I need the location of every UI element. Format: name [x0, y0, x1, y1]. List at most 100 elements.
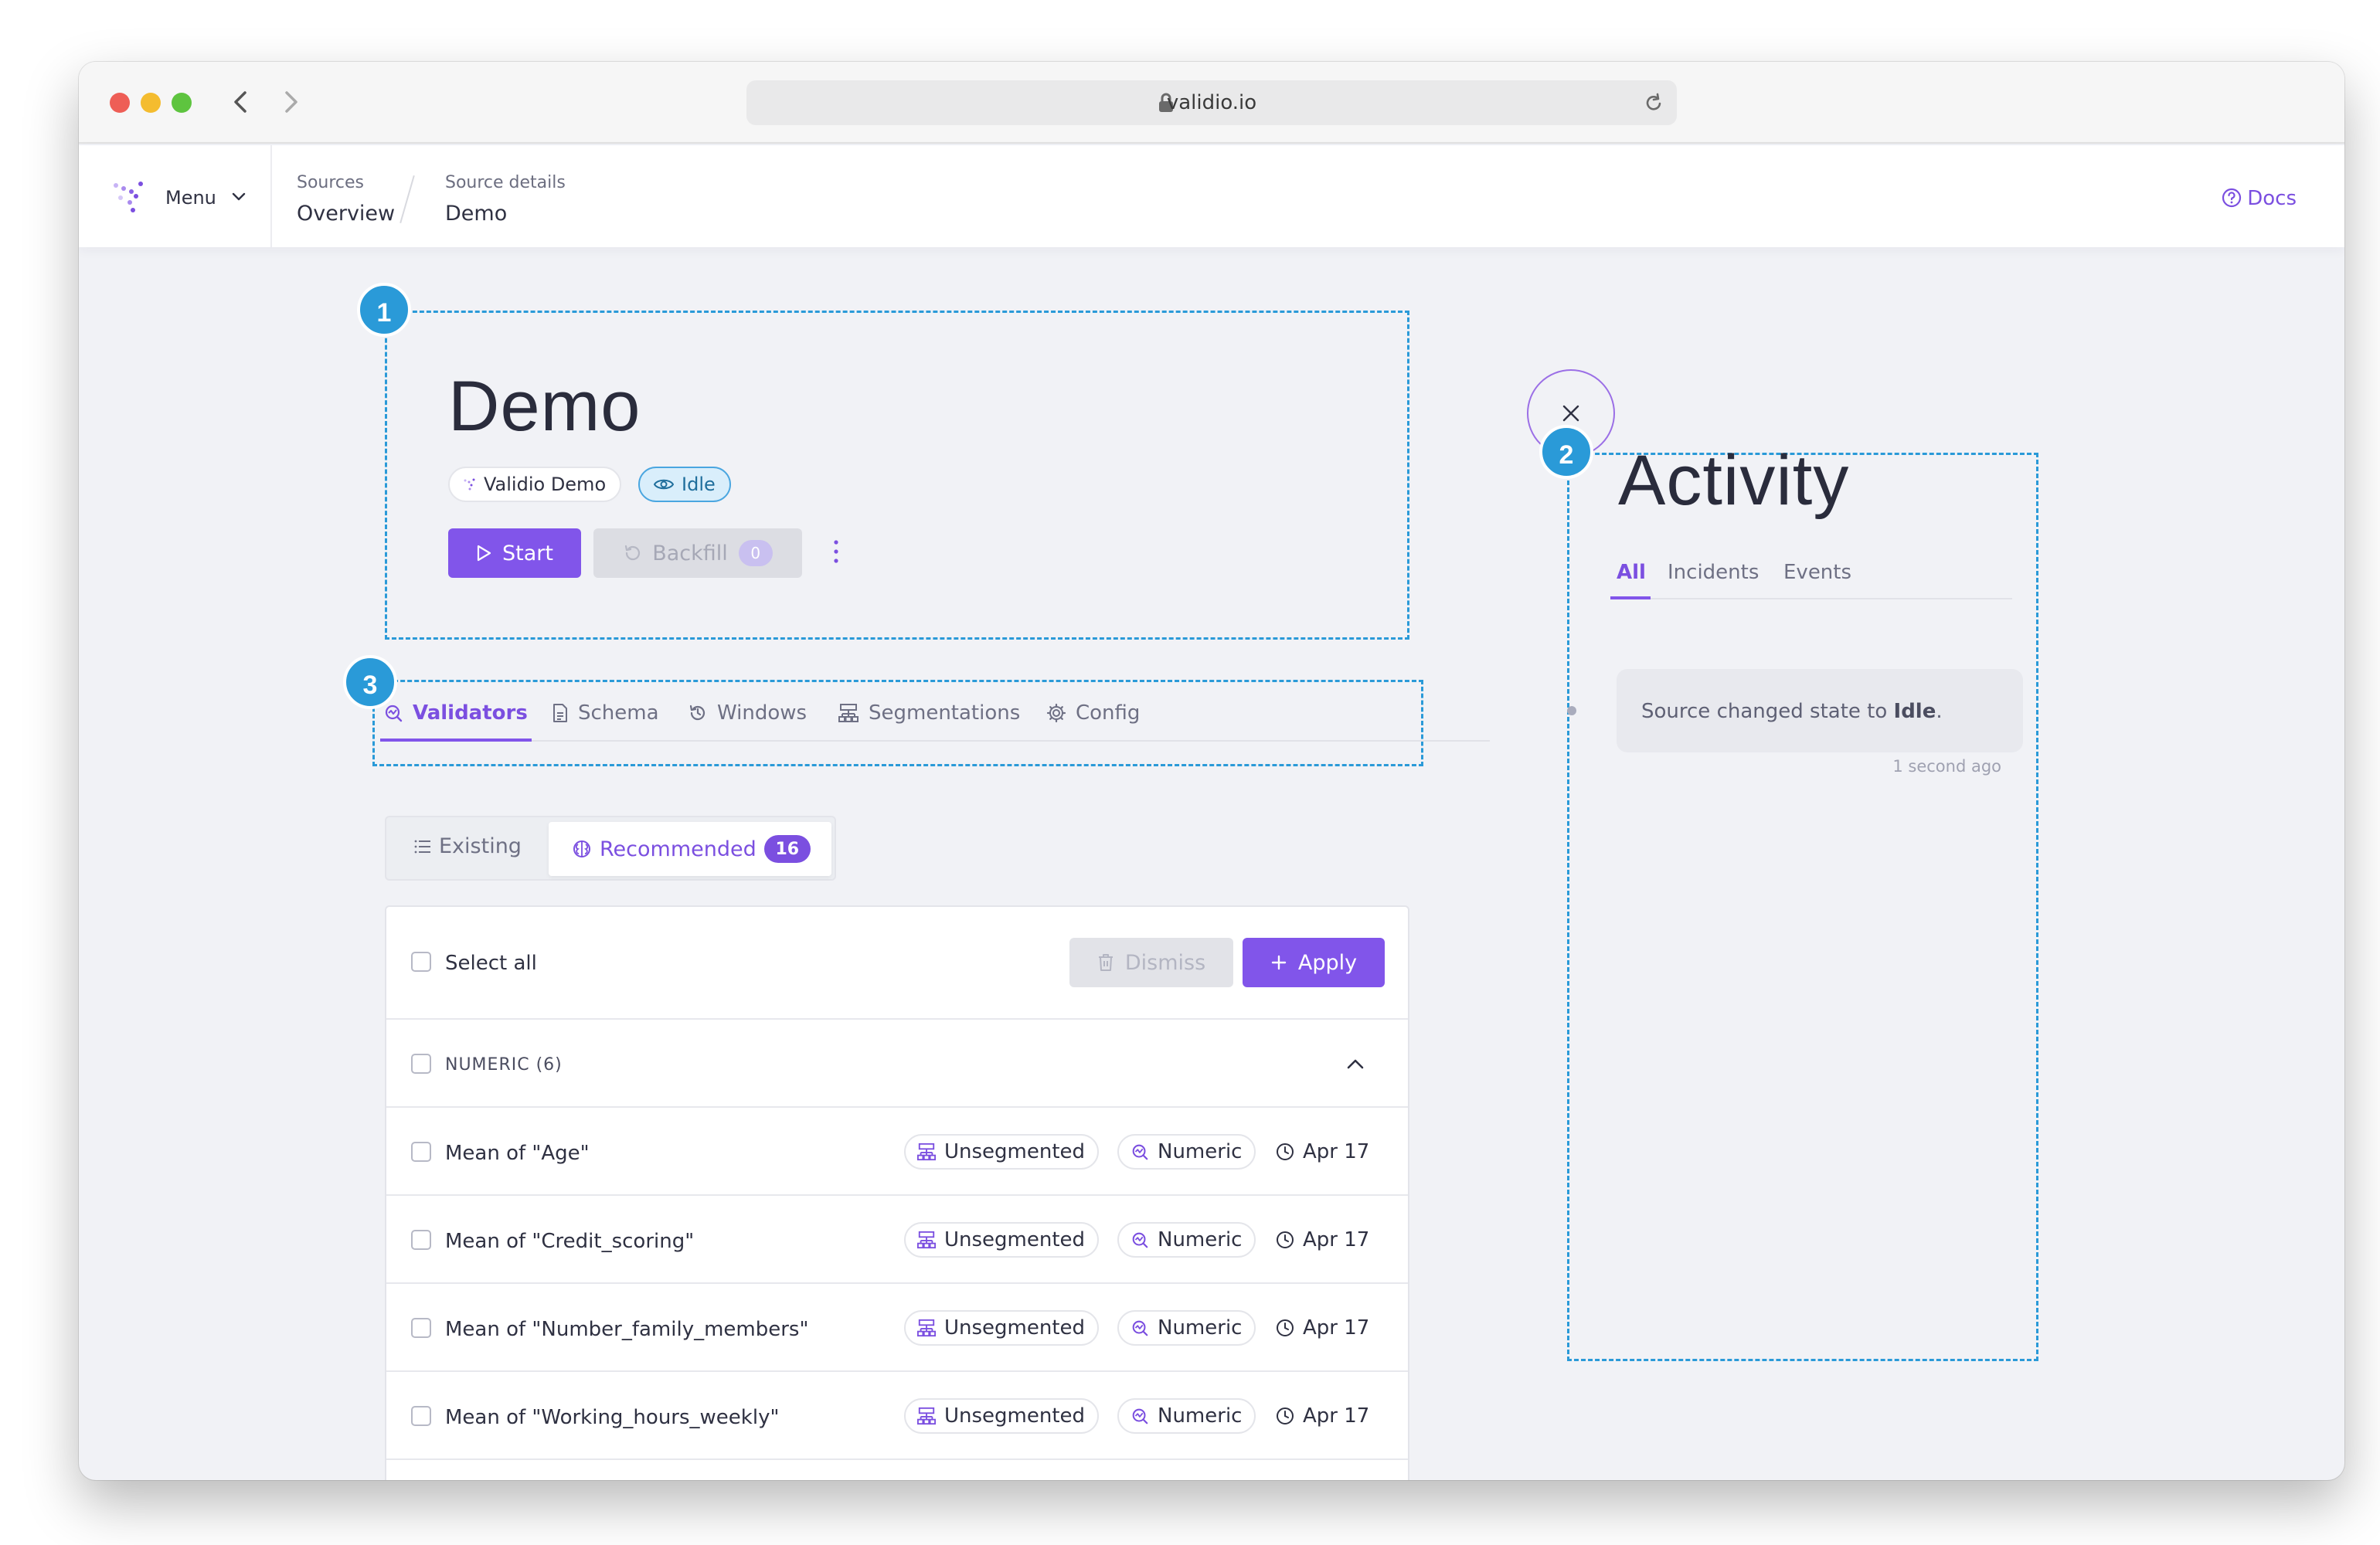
table-row[interactable]: Mean of "Working_hours_weekly" Unsegment…	[386, 1372, 1408, 1460]
backfill-button[interactable]: Backfill 0	[593, 528, 802, 578]
annotation-box-2	[1567, 453, 2038, 1361]
back-arrow-icon[interactable]	[226, 85, 257, 119]
dismiss-label: Dismiss	[1124, 950, 1206, 975]
start-label: Start	[502, 541, 553, 565]
breadcrumb-label: Sources	[297, 173, 365, 192]
clock-icon	[1275, 1406, 1295, 1426]
tab-segmentations[interactable]: Segmentations	[838, 686, 1020, 740]
row-checkbox[interactable]	[411, 1406, 431, 1426]
date-text: Apr 17	[1303, 1228, 1370, 1251]
created-date: Apr 17	[1275, 1228, 1369, 1251]
date-text: Apr 17	[1303, 1316, 1370, 1340]
tab-label: Config	[1076, 701, 1141, 725]
table-row[interactable]: Mean of "Credit_scoring" Unsegmented Num…	[386, 1196, 1408, 1284]
eye-icon	[654, 477, 674, 491]
type-text: Numeric	[1158, 1140, 1243, 1163]
hierarchy-icon	[916, 1319, 937, 1337]
close-icon	[1562, 405, 1579, 422]
chevron-down-icon[interactable]	[230, 188, 247, 209]
view-toggle: Existing Recommended 16	[385, 816, 836, 881]
group-header-numeric[interactable]: NUMERIC (6)	[386, 1020, 1408, 1108]
tab-label: Windows	[717, 701, 808, 725]
select-all-checkbox[interactable]	[411, 952, 431, 972]
activity-tabs-divider	[1610, 598, 2012, 599]
clock-icon	[1275, 1318, 1295, 1338]
menu-button[interactable]: Menu	[165, 187, 216, 209]
validator-name: Mean of "Working_hours_weekly"	[445, 1406, 780, 1429]
existing-label: Existing	[439, 834, 522, 858]
segmentation-tag: Unsegmented	[904, 1310, 1100, 1346]
docs-link[interactable]: Docs	[2247, 187, 2297, 210]
breadcrumb-source-details[interactable]: Source details Demo	[445, 173, 566, 226]
document-icon	[552, 703, 569, 723]
validio-logo-icon[interactable]	[113, 181, 147, 218]
tab-validators[interactable]: Validators	[383, 686, 528, 740]
created-date: Apr 17	[1275, 1316, 1369, 1340]
created-date: Apr 17	[1275, 1404, 1369, 1428]
breadcrumb-sources[interactable]: Sources Overview	[297, 173, 395, 226]
source-badge[interactable]: Validio Demo	[448, 467, 622, 502]
type-tag: Numeric	[1117, 1398, 1256, 1434]
activity-tab-events[interactable]: Events	[1783, 561, 1851, 584]
validator-name: Mean of "Credit_scoring"	[445, 1230, 695, 1253]
event-suffix: .	[1936, 700, 1943, 723]
app-header: Menu Sources Overview Source details Dem…	[79, 145, 2344, 247]
close-window-button[interactable]	[110, 93, 130, 113]
minimize-window-button[interactable]	[141, 93, 161, 113]
start-button[interactable]: Start	[448, 528, 581, 578]
hierarchy-icon	[916, 1407, 937, 1425]
tab-windows[interactable]: Windows	[688, 686, 807, 740]
backfill-label: Backfill	[652, 541, 728, 565]
gear-icon	[1046, 703, 1066, 723]
tab-label: Validators	[413, 701, 528, 725]
date-text: Apr 17	[1303, 1140, 1370, 1163]
type-text: Numeric	[1158, 1316, 1243, 1340]
validator-icon	[1130, 1231, 1150, 1249]
chevron-up-icon[interactable]	[1345, 1054, 1366, 1078]
event-prefix: Source changed state to	[1641, 700, 1894, 723]
event-timestamp: 1 second ago	[1892, 757, 2001, 776]
help-circle-icon[interactable]	[2221, 187, 2242, 212]
row-checkbox[interactable]	[411, 1318, 431, 1338]
dismiss-button[interactable]: Dismiss	[1069, 938, 1233, 987]
hierarchy-icon	[916, 1143, 937, 1161]
hierarchy-icon	[916, 1231, 937, 1249]
breadcrumb-value: Overview	[297, 202, 396, 226]
reload-icon[interactable]	[1643, 91, 1664, 117]
activity-tab-all[interactable]: All	[1617, 561, 1646, 584]
segmentation-text: Unsegmented	[944, 1228, 1086, 1251]
more-options-icon[interactable]	[833, 538, 839, 569]
tab-config[interactable]: Config	[1046, 686, 1140, 740]
clock-icon	[1275, 1230, 1295, 1250]
validators-panel: Select all Dismiss Apply NUMERIC (6) Mea…	[385, 905, 1409, 1480]
segmentation-tag: Unsegmented	[904, 1222, 1100, 1258]
recommended-toggle[interactable]: Recommended 16	[549, 822, 831, 876]
address-bar[interactable]: validio.io	[746, 80, 1677, 125]
breadcrumb-separator	[400, 175, 415, 224]
table-row[interactable]: Mean of "Age" Unsegmented Numeric Apr 17	[386, 1108, 1408, 1196]
forward-arrow-icon[interactable]	[275, 85, 306, 119]
clock-icon	[1275, 1142, 1295, 1162]
trash-icon	[1097, 953, 1114, 972]
group-label: NUMERIC (6)	[445, 1055, 563, 1075]
tab-schema[interactable]: Schema	[552, 686, 659, 740]
row-checkbox[interactable]	[411, 1230, 431, 1250]
browser-window: validio.io Menu Sources Overview Source …	[79, 62, 2344, 1480]
apply-button[interactable]: Apply	[1243, 938, 1385, 987]
segmentation-text: Unsegmented	[944, 1404, 1086, 1428]
recommended-count: 16	[763, 835, 811, 863]
annotation-badge-1: 1	[357, 283, 411, 337]
group-checkbox[interactable]	[411, 1054, 431, 1074]
row-checkbox[interactable]	[411, 1142, 431, 1162]
maximize-window-button[interactable]	[172, 93, 192, 113]
activity-tab-incidents[interactable]: Incidents	[1668, 561, 1759, 584]
segmentation-tag: Unsegmented	[904, 1134, 1100, 1170]
type-tag: Numeric	[1117, 1134, 1256, 1170]
list-icon	[414, 839, 431, 854]
status-badge: Idle	[638, 467, 731, 502]
tabs-divider	[380, 740, 1490, 742]
activity-event: Source changed state to Idle.	[1617, 669, 2023, 752]
existing-toggle[interactable]: Existing	[414, 834, 522, 858]
validator-icon	[1130, 1319, 1150, 1337]
table-row[interactable]: Mean of "Number_family_members" Unsegmen…	[386, 1284, 1408, 1372]
